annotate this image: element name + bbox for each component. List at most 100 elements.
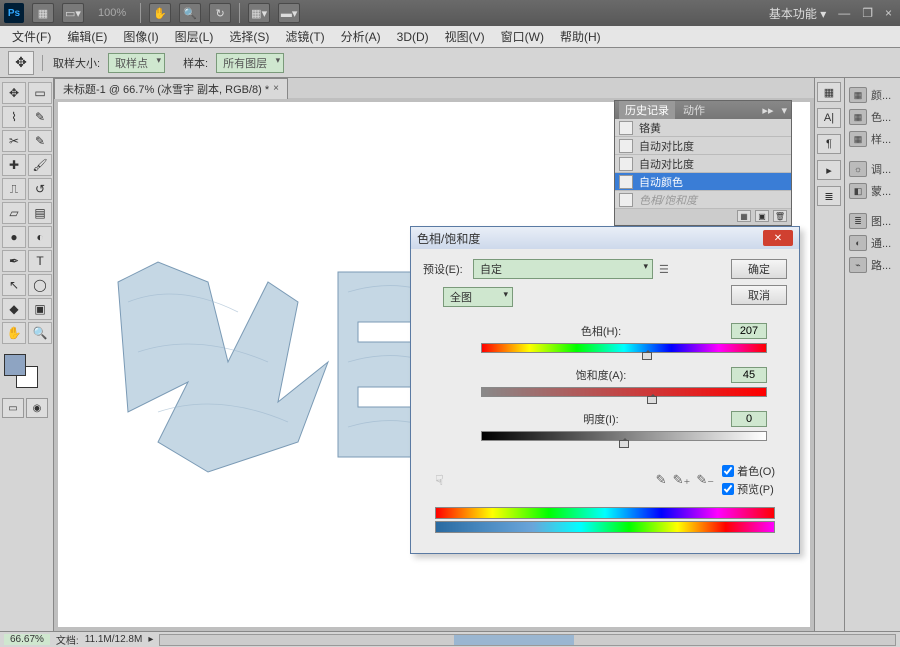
menu-select[interactable]: 选择(S) [221,26,277,47]
styles-panel-tab[interactable]: ▦样... [847,128,898,150]
lightness-slider[interactable] [481,431,767,441]
eyedropper-icon[interactable]: ✎ [656,472,667,488]
document-tab[interactable]: 未标题-1 @ 66.7% (冰雪宇 副本, RGB/8) * × [54,78,288,99]
menu-layer[interactable]: 图层(L) [167,26,222,47]
scrollbar-thumb[interactable] [454,635,574,645]
preset-dropdown[interactable]: 自定 [473,259,653,279]
eyedropper-add-icon[interactable]: ✎₊ [673,472,691,488]
current-tool-icon[interactable]: ✥ [8,51,34,75]
document-tab-close-icon[interactable]: × [273,83,279,94]
color-panel-tab[interactable]: ▦颜... [847,84,898,106]
channel-dropdown[interactable]: 全图 [443,287,513,307]
view-extras-icon[interactable]: ▭▾ [62,3,84,23]
close-window-button[interactable]: × [881,6,896,20]
dialog-titlebar[interactable]: 色相/饱和度 ✕ [411,227,799,249]
eyedropper-tool-icon[interactable]: ✎ [28,130,52,152]
history-item[interactable]: 铬黄 [615,119,791,137]
menu-file[interactable]: 文件(F) [4,26,59,47]
paths-panel-tab[interactable]: ⌁路... [847,254,898,276]
quick-select-tool-icon[interactable]: ✎ [28,106,52,128]
swatches-panel-tab[interactable]: ▦色... [847,106,898,128]
quick-mask-icon[interactable]: ◉ [26,398,48,418]
collapse-panel-icon[interactable]: ▸▸ [762,104,773,117]
arrange-docs-icon[interactable]: ▦▾ [248,3,270,23]
maximize-button[interactable]: ❐ [858,6,877,20]
zoom-icon[interactable]: 🔍 [179,3,201,23]
standard-mode-icon[interactable]: ▭ [2,398,24,418]
status-zoom[interactable]: 66.67% [4,634,50,645]
masks-panel-tab[interactable]: ◧蒙... [847,180,898,202]
stamp-tool-icon[interactable]: ⎍ [2,178,26,200]
actions-tab[interactable]: 动作 [683,102,705,118]
history-toggle-icon[interactable]: ▦ [817,82,841,102]
menu-analysis[interactable]: 分析(A) [333,26,389,47]
sample-dropdown[interactable]: 所有图层 [216,53,284,73]
heal-tool-icon[interactable]: ✚ [2,154,26,176]
menu-help[interactable]: 帮助(H) [552,26,609,47]
horizontal-scrollbar[interactable] [159,634,896,646]
pen-tool-icon[interactable]: ✒ [2,250,26,272]
lightness-slider-thumb[interactable] [619,440,629,448]
scrub-icon[interactable]: ☟ [435,472,455,488]
menu-image[interactable]: 图像(I) [115,26,166,47]
zoom-tool-icon[interactable]: 🔍 [28,322,52,344]
hue-input[interactable] [731,323,767,339]
layers-panel-tab[interactable]: ≣图... [847,210,898,232]
blur-tool-icon[interactable]: ● [2,226,26,248]
ok-button[interactable]: 确定 [731,259,787,279]
history-item-selected[interactable]: 自动颜色 [615,173,791,191]
color-swatch[interactable] [2,352,42,392]
preset-menu-icon[interactable]: ☰ [659,263,669,276]
saturation-slider[interactable] [481,387,767,397]
channels-panel-tab[interactable]: ◐通... [847,232,898,254]
actions-panel-icon[interactable]: ▸ [817,160,841,180]
adjustments-panel-tab[interactable]: ☼调... [847,158,898,180]
path-select-tool-icon[interactable]: ↖ [2,274,26,296]
colorize-checkbox[interactable]: 着色(O) [722,463,775,479]
history-tab[interactable]: 历史记录 [619,101,675,119]
hand-icon[interactable]: ✋ [149,3,171,23]
dialog-close-button[interactable]: ✕ [763,230,793,246]
type-tool-icon[interactable]: T [28,250,52,272]
hand-tool-icon[interactable]: ✋ [2,322,26,344]
eyedropper-subtract-icon[interactable]: ✎₋ [696,472,714,488]
menu-edit[interactable]: 编辑(E) [59,26,115,47]
menu-window[interactable]: 窗口(W) [493,26,552,47]
saturation-input[interactable] [731,367,767,383]
menu-3d[interactable]: 3D(D) [389,28,437,46]
lightness-input[interactable] [731,411,767,427]
hue-slider[interactable] [481,343,767,353]
shape-tool-icon[interactable]: ◯ [28,274,52,296]
layers-panel-icon[interactable]: ≣ [817,186,841,206]
foreground-color-swatch[interactable] [4,354,26,376]
cancel-button[interactable]: 取消 [731,285,787,305]
preview-checkbox[interactable]: 预览(P) [722,481,775,497]
history-item-future[interactable]: 色相/饱和度 [615,191,791,209]
minimize-button[interactable]: — [834,6,854,20]
brush-tool-icon[interactable]: 🖌 [28,154,52,176]
saturation-slider-thumb[interactable] [647,396,657,404]
panel-menu-icon[interactable]: ▾ [781,104,787,117]
delete-state-icon[interactable]: 🗑 [773,210,787,222]
dodge-tool-icon[interactable]: ◐ [28,226,52,248]
new-doc-from-state-icon[interactable]: ▣ [755,210,769,222]
history-brush-tool-icon[interactable]: ↺ [28,178,52,200]
history-item[interactable]: 自动对比度 [615,137,791,155]
history-item[interactable]: 自动对比度 [615,155,791,173]
menu-view[interactable]: 视图(V) [437,26,493,47]
move-tool-icon[interactable]: ✥ [2,82,26,104]
new-snapshot-icon[interactable]: ▦ [737,210,751,222]
3d-camera-tool-icon[interactable]: ▣ [28,298,52,320]
eraser-tool-icon[interactable]: ▱ [2,202,26,224]
launch-bridge-icon[interactable]: ▦ [32,3,54,23]
gradient-tool-icon[interactable]: ▤ [28,202,52,224]
hue-slider-thumb[interactable] [642,352,652,360]
character-panel-icon[interactable]: A| [817,108,841,128]
sample-size-dropdown[interactable]: 取样点 [108,53,165,73]
marquee-tool-icon[interactable]: ▭ [28,82,52,104]
paragraph-panel-icon[interactable]: ¶ [817,134,841,154]
workspace-switcher[interactable]: 基本功能 ▾ [761,5,834,22]
menu-filter[interactable]: 滤镜(T) [277,26,332,47]
3d-tool-icon[interactable]: ◆ [2,298,26,320]
crop-tool-icon[interactable]: ✂ [2,130,26,152]
